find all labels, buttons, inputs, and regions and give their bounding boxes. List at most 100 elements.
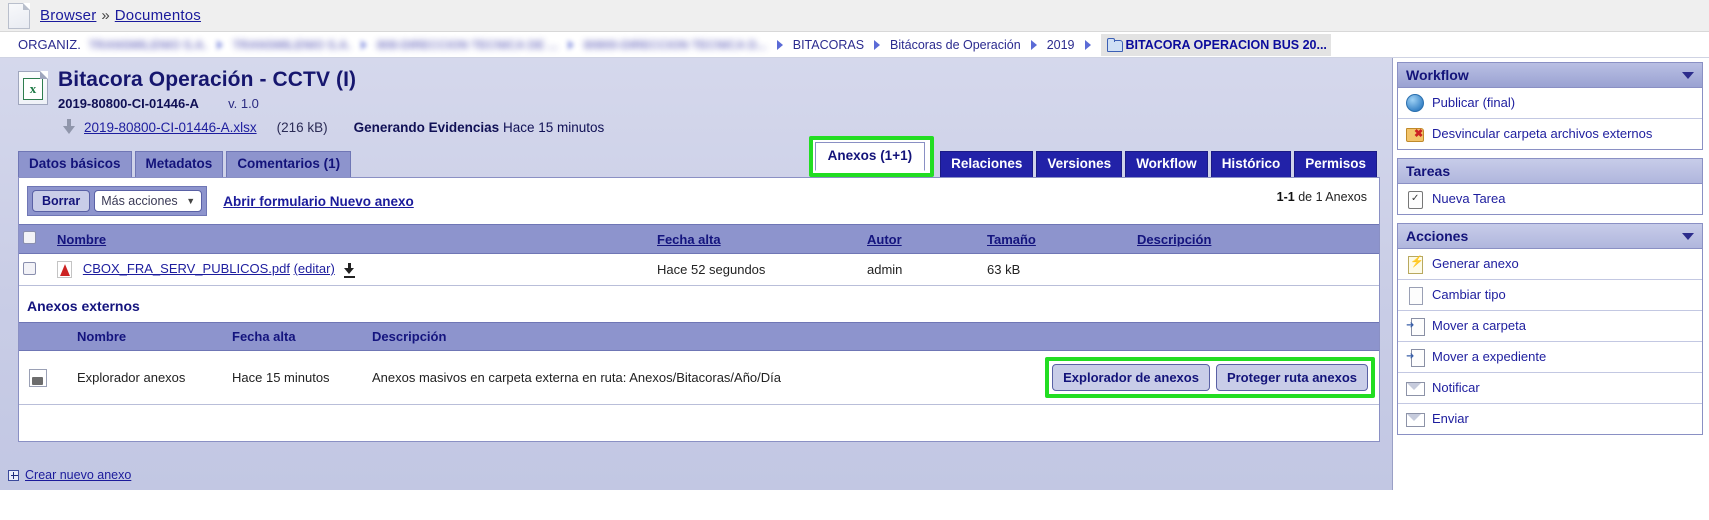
create-new-anexo-link[interactable]: Crear nuevo anexo xyxy=(25,468,131,482)
folder-remove-icon xyxy=(1406,125,1424,143)
excel-file-icon: x xyxy=(18,71,48,105)
sidebar-item-desvincular-carpeta[interactable]: Desvincular carpeta archivos externos xyxy=(1398,119,1702,149)
sidebar-item-label: Publicar (final) xyxy=(1432,94,1516,110)
explorador-de-anexos-button[interactable]: Explorador de anexos xyxy=(1052,364,1210,392)
tab-workflow[interactable]: Workflow xyxy=(1125,150,1208,178)
sidebar-group-workflow: Workflow Publicar (final) Desvincular ca… xyxy=(1397,62,1703,150)
sort-tamano[interactable]: Tamaño xyxy=(987,232,1036,247)
org-arrow-icon-1 xyxy=(216,39,223,50)
table-header-nombre: Nombre xyxy=(53,224,653,255)
sort-descripcion[interactable]: Descripción xyxy=(1137,232,1211,247)
org-path-year[interactable]: 2019 xyxy=(1047,38,1075,52)
sort-fecha-alta[interactable]: Fecha alta xyxy=(657,232,721,247)
highlight-box-anexos-tab: Anexos (1+1) xyxy=(808,135,935,178)
download-icon[interactable] xyxy=(62,119,76,135)
organization-path-bar: ORGANIZ. TRANSMILENIO S.A. TRANSMILENIO … xyxy=(0,32,1709,58)
tab-anexos[interactable]: Anexos (1+1) xyxy=(814,141,926,172)
org-current-folder[interactable]: BITACORA OPERACION BUS 20... xyxy=(1100,33,1331,56)
document-meta: 2019-80800-CI-01446-A v. 1.0 xyxy=(58,96,604,111)
sidebar-item-label: Enviar xyxy=(1432,410,1469,426)
document-file-row: 2019-80800-CI-01446-A.xlsx (216 kB) Gene… xyxy=(58,119,604,135)
tab-relaciones[interactable]: Relaciones xyxy=(940,150,1034,178)
sidebar-group-workflow-header[interactable]: Workflow xyxy=(1398,63,1702,88)
table-header-row: Nombre Fecha alta Autor Tamaño Descripci xyxy=(19,224,1379,255)
sidebar-item-generar-anexo[interactable]: Generar anexo xyxy=(1398,249,1702,280)
breadcrumb-link-browser[interactable]: Browser xyxy=(40,7,96,24)
sort-nombre[interactable]: Nombre xyxy=(57,232,106,247)
external-folder-icon xyxy=(29,368,47,387)
attachment-edit-link[interactable]: (editar) xyxy=(294,261,335,276)
sidebar-item-enviar[interactable]: Enviar xyxy=(1398,404,1702,434)
document-status-time: Hace 15 minutos xyxy=(502,119,605,135)
open-new-anexo-form-link[interactable]: Abrir formulario Nuevo anexo xyxy=(223,194,414,209)
tab-versiones[interactable]: Versiones xyxy=(1036,150,1123,178)
row-checkbox[interactable] xyxy=(23,261,36,275)
tab-datos-basicos[interactable]: Datos básicos xyxy=(18,150,132,178)
org-current-folder-label: BITACORA OPERACION BUS 20... xyxy=(1125,37,1327,52)
tab-comentarios[interactable]: Comentarios (1) xyxy=(226,150,352,178)
globe-icon xyxy=(1406,94,1424,112)
sidebar-item-label: Generar anexo xyxy=(1432,255,1519,271)
more-actions-select[interactable]: Más acciones ▼ xyxy=(94,190,203,213)
more-actions-label: Más acciones xyxy=(101,194,178,209)
row-name-cell: CBOX_FRA_SERV_PUBLICOS.pdf (editar) xyxy=(53,253,653,287)
proteger-ruta-anexos-button[interactable]: Proteger ruta anexos xyxy=(1215,364,1368,392)
document-version: v. 1.0 xyxy=(228,96,259,112)
external-header-actions xyxy=(1035,322,1379,352)
sidebar-item-nueva-tarea[interactable]: Nueva Tarea xyxy=(1398,184,1702,214)
org-path-bitacoras-operacion[interactable]: Bitácoras de Operación xyxy=(890,38,1021,52)
sidebar-item-mover-a-expediente[interactable]: Mover a expediente xyxy=(1398,342,1702,373)
tab-historico[interactable]: Histórico xyxy=(1210,150,1292,178)
chevron-down-icon: ▼ xyxy=(186,196,196,207)
sidebar-item-publicar-final[interactable]: Publicar (final) xyxy=(1398,88,1702,119)
org-arrow-icon-3 xyxy=(567,39,574,50)
org-redacted-1[interactable]: TRANSMILENIO S.A. xyxy=(89,38,207,52)
mail-icon xyxy=(1406,379,1425,397)
document-status: Generando Evidencias Hace 15 minutos xyxy=(354,120,605,135)
org-path-bitacoras[interactable]: BITACORAS xyxy=(793,38,864,52)
org-redacted-3[interactable]: 808-DIRECCION TECNICA DE ... xyxy=(377,38,558,52)
document-status-label: Generando Evidencias xyxy=(353,119,500,135)
table-header-tamano: Tamaño xyxy=(983,224,1133,255)
note-lightning-icon xyxy=(1406,255,1424,274)
folder-icon xyxy=(1106,38,1123,52)
tab-metadatos[interactable]: Metadatos xyxy=(134,150,224,178)
table-header-descripcion: Descripción xyxy=(1133,224,1379,255)
plus-box-icon[interactable] xyxy=(8,469,19,481)
select-all-checkbox[interactable] xyxy=(23,231,36,245)
sidebar-item-cambiar-tipo[interactable]: Cambiar tipo xyxy=(1398,280,1702,311)
main-content: x Bitacora Operación - CCTV (I) 2019-808… xyxy=(0,58,1393,490)
download-icon[interactable] xyxy=(344,263,356,279)
sidebar-group-acciones-header[interactable]: Acciones xyxy=(1398,224,1702,249)
org-arrow-icon-5 xyxy=(874,39,881,50)
sidebar-group-tareas-title: Tareas xyxy=(1406,163,1451,179)
sidebar-item-notificar[interactable]: Notificar xyxy=(1398,373,1702,404)
external-attachments-table: Nombre Fecha alta Descripción Explorador… xyxy=(19,322,1379,406)
chevron-down-icon[interactable] xyxy=(1682,71,1694,79)
results-counter: 1-1 de 1 Anexos xyxy=(1277,190,1367,204)
table-header-autor: Autor xyxy=(863,224,983,255)
external-row: Explorador anexos Hace 15 minutos Anexos… xyxy=(19,350,1379,406)
document-icon xyxy=(8,2,30,29)
document-file-link[interactable]: 2019-80800-CI-01446-A.xlsx xyxy=(84,120,257,135)
tab-permisos[interactable]: Permisos xyxy=(1294,150,1377,178)
toolbar-button-group: Borrar Más acciones ▼ xyxy=(27,186,208,217)
sidebar-item-mover-a-carpeta[interactable]: Mover a carpeta xyxy=(1398,311,1702,342)
chevron-down-icon[interactable] xyxy=(1682,232,1694,240)
document-code: 2019-80800-CI-01446-A xyxy=(58,96,199,112)
attachments-table: Nombre Fecha alta Autor Tamaño Descripci xyxy=(19,224,1379,287)
delete-button[interactable]: Borrar xyxy=(32,190,91,213)
external-header-row: Nombre Fecha alta Descripción xyxy=(19,322,1379,352)
org-redacted-2[interactable]: TRANSMILENIO S.A. xyxy=(233,38,351,52)
org-redacted-4[interactable]: 80800-DIRECCION TECNICA D... xyxy=(584,38,767,52)
row-size-cell: 63 kB xyxy=(983,253,1133,287)
sidebar-item-label: Nueva Tarea xyxy=(1432,190,1506,206)
create-new-anexo-row: Crear nuevo anexo xyxy=(8,468,131,482)
sidebar-group-tareas-header: Tareas xyxy=(1398,159,1702,184)
top-breadcrumb-bar: Browser » Documentos xyxy=(0,0,1709,32)
sidebar-item-label: Cambiar tipo xyxy=(1432,286,1506,302)
sidebar-item-label: Notificar xyxy=(1432,379,1480,395)
attachment-name-link[interactable]: CBOX_FRA_SERV_PUBLICOS.pdf xyxy=(83,261,290,276)
sort-autor[interactable]: Autor xyxy=(867,232,902,247)
breadcrumb-link-documentos[interactable]: Documentos xyxy=(115,7,201,24)
